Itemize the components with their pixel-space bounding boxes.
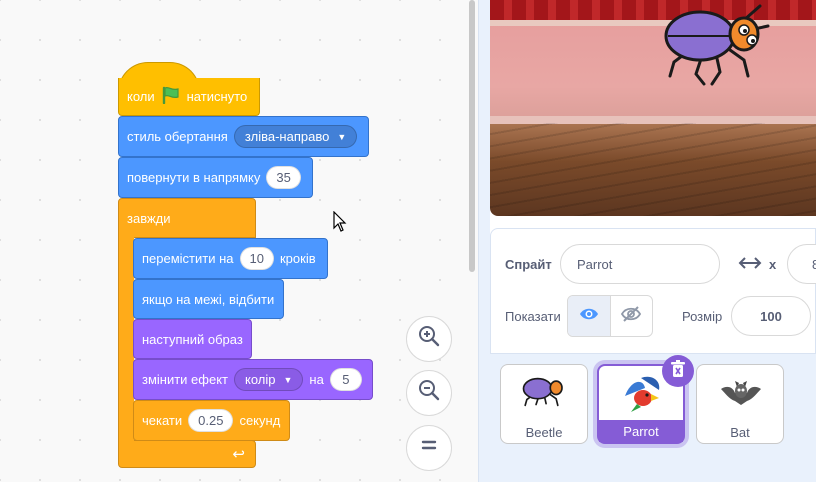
beetle-sprite-icon[interactable] (660, 0, 770, 93)
eye-icon (579, 307, 599, 326)
x-label: x (769, 257, 777, 272)
forever-block[interactable]: завжди (118, 198, 256, 238)
block-label: повернути в напрямку (127, 170, 261, 185)
block-label: стиль обертання (127, 129, 228, 144)
zoom-out-button[interactable] (406, 370, 452, 416)
block-label: на (309, 372, 324, 387)
block-label: наступний образ (142, 331, 243, 347)
block-label: кроків (279, 251, 316, 266)
block-label: завжди (127, 210, 171, 226)
bat-icon (719, 375, 763, 416)
steps-input[interactable]: 10 (239, 247, 274, 270)
sprite-card-beetle[interactable]: Beetle (500, 364, 588, 444)
xy-arrows-icon (738, 254, 762, 277)
change-effect-block[interactable]: змінити ефект колір ▼ на 5 (133, 359, 373, 400)
show-label: Показати (505, 309, 561, 324)
panel-divider (478, 0, 490, 482)
forever-block-arm[interactable] (118, 237, 134, 403)
point-in-direction-block[interactable]: повернути в напрямку 35 (118, 157, 313, 198)
sprite-name-input[interactable]: Parrot (560, 244, 720, 284)
block-label: коли (127, 89, 155, 104)
dropdown-value: зліва-направо (244, 129, 330, 144)
set-rotation-style-block[interactable]: стиль обертання зліва-направо ▼ (118, 116, 369, 157)
dropdown-value: колір (245, 372, 276, 387)
when-flag-clicked-block[interactable]: коли натиснуто (118, 78, 260, 116)
mouse-cursor-icon (333, 210, 347, 238)
eye-slash-icon (621, 305, 642, 328)
beetle-icon (521, 373, 567, 416)
size-input[interactable]: 100 (731, 296, 811, 336)
effect-amount-input[interactable]: 5 (329, 368, 362, 391)
size-label: Розмір (682, 309, 723, 324)
block-label: натиснуто (186, 89, 248, 104)
sprite-card-name: Parrot (599, 420, 683, 442)
if-on-edge-bounce-block[interactable]: якщо на межі, відбити (133, 279, 284, 319)
rotation-style-dropdown[interactable]: зліва-направо ▼ (233, 125, 358, 148)
sprite-label: Спрайт (505, 257, 552, 272)
block-label: секунд (239, 413, 281, 428)
forever-block-bottom[interactable]: ↩ (118, 440, 256, 468)
loop-arrow-icon: ↩ (232, 446, 245, 463)
sprite-card-bat[interactable]: Bat (696, 364, 784, 444)
workspace-scrollbar[interactable] (469, 0, 475, 272)
block-label: перемістити на (142, 251, 234, 266)
block-label: змінити ефект (142, 372, 228, 387)
sprite-card-name: Beetle (525, 424, 563, 440)
zoom-out-icon (417, 378, 441, 408)
visibility-toggle (567, 295, 653, 337)
effect-dropdown[interactable]: колір ▼ (234, 368, 304, 391)
delete-sprite-button[interactable] (662, 355, 694, 387)
hide-sprite-button[interactable] (611, 296, 653, 336)
wait-seconds-input[interactable]: 0.25 (188, 409, 234, 432)
block-label: чекати (142, 413, 183, 428)
sprite-card-name: Bat (730, 424, 750, 440)
dropdown-arrow-icon: ▼ (337, 131, 347, 142)
show-sprite-button[interactable] (568, 296, 611, 336)
direction-input[interactable]: 35 (266, 166, 301, 189)
stage-floor (490, 123, 816, 216)
forever-block-arm-lower[interactable] (118, 400, 134, 442)
stage[interactable] (490, 0, 816, 216)
green-flag-icon (161, 86, 181, 107)
zoom-in-icon (417, 324, 441, 354)
parrot-icon (621, 374, 665, 419)
zoom-reset-button[interactable] (406, 425, 452, 471)
next-costume-block[interactable]: наступний образ (133, 319, 252, 359)
equals-icon (417, 433, 441, 463)
wait-seconds-block[interactable]: чекати 0.25 секунд (133, 400, 290, 441)
zoom-in-button[interactable] (406, 316, 452, 362)
trash-icon (670, 359, 686, 383)
dropdown-arrow-icon: ▼ (283, 374, 293, 385)
block-label: якщо на межі, відбити (142, 291, 275, 307)
code-workspace[interactable]: коли натиснуто стиль обертання зліва-нап… (0, 0, 478, 482)
move-steps-block[interactable]: перемістити на 10 кроків (133, 238, 328, 279)
